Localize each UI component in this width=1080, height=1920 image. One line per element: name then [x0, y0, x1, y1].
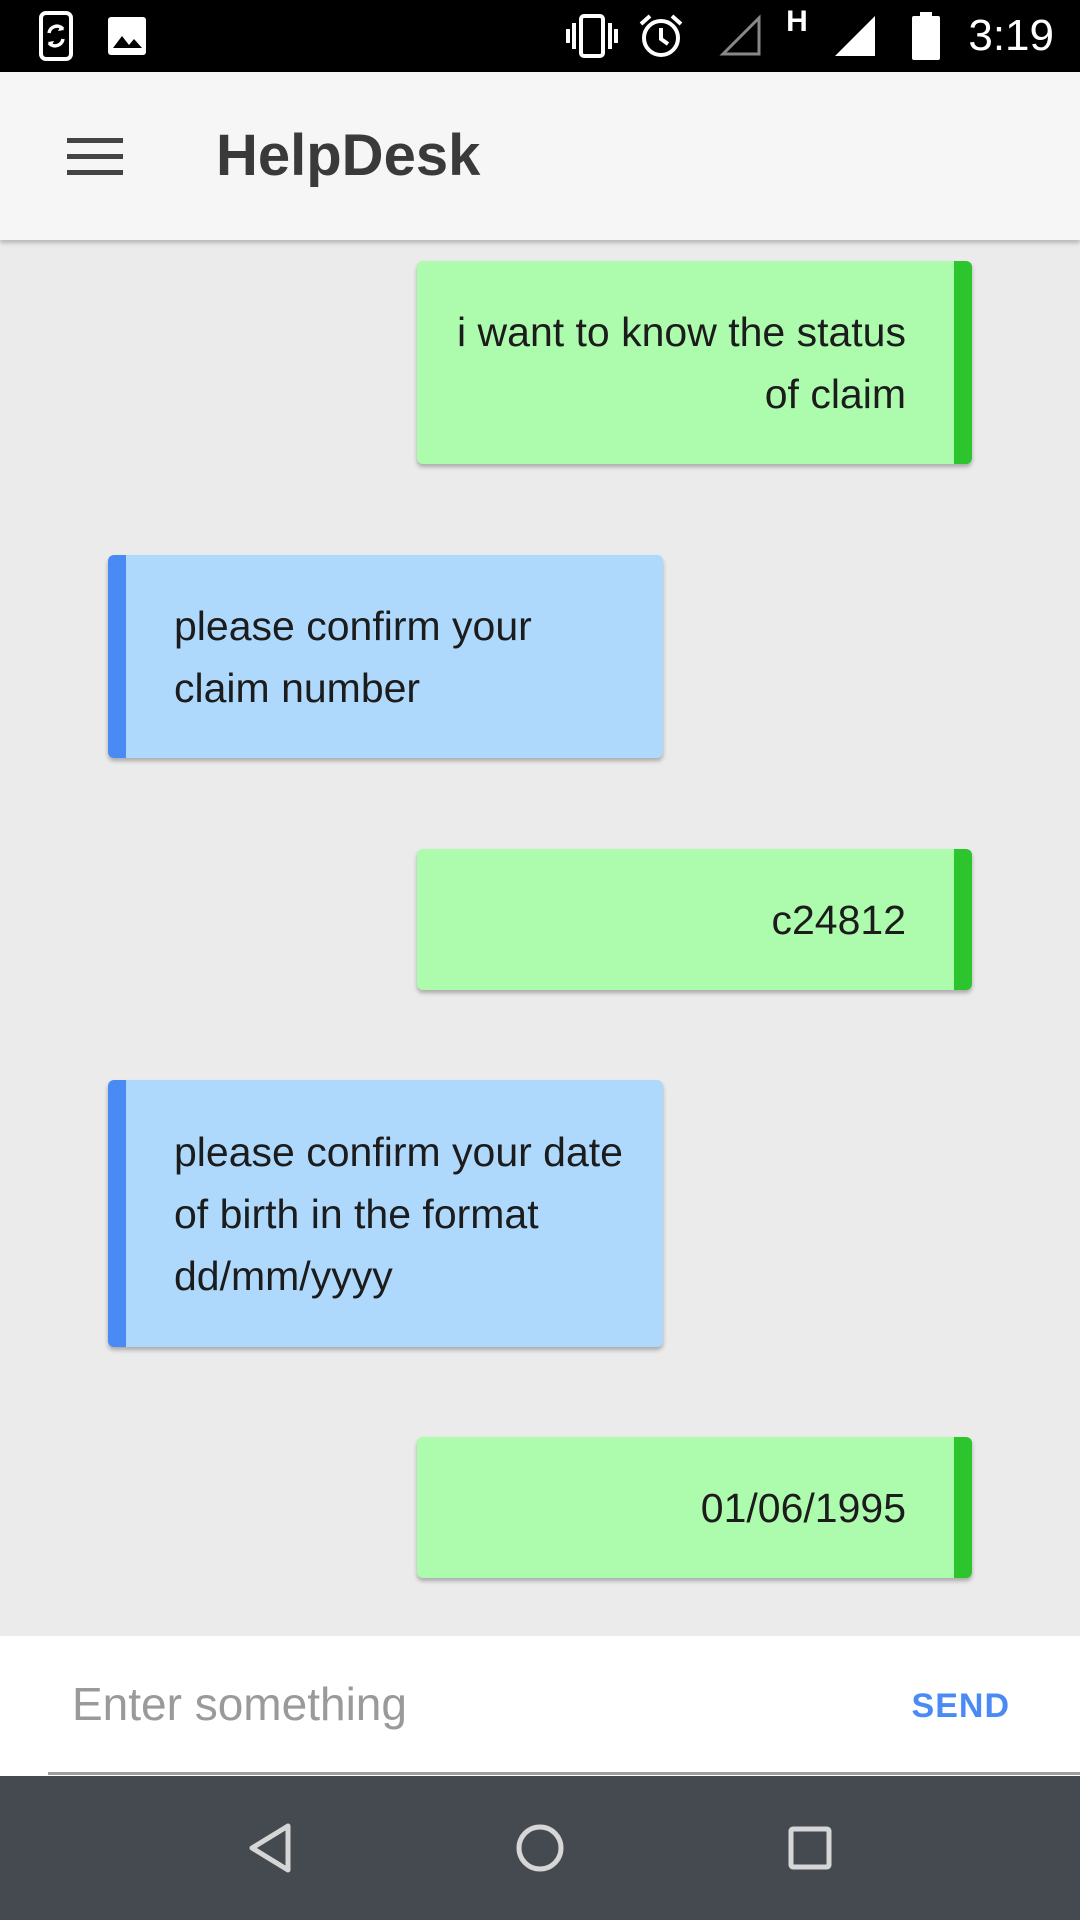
app-title: HelpDesk: [216, 123, 481, 188]
recents-button[interactable]: [750, 1776, 870, 1920]
bot-message: please confirm your claim number: [108, 555, 663, 758]
back-button[interactable]: [210, 1776, 330, 1920]
message-text: please confirm your date of birth in the…: [174, 1128, 623, 1299]
hamburger-menu-icon: [67, 138, 123, 175]
sync-phone-icon: [34, 0, 80, 72]
status-bar: H 3:19: [0, 0, 1080, 72]
alarm-icon: [636, 0, 686, 72]
home-button[interactable]: [480, 1776, 600, 1920]
user-message: c24812: [417, 849, 972, 990]
user-message: i want to know the status of claim: [417, 261, 972, 464]
user-message: 01/06/1995: [417, 1437, 972, 1578]
message-text: i want to know the status of claim: [457, 308, 906, 417]
network-h-icon: H: [786, 5, 808, 38]
message-input[interactable]: [48, 1654, 916, 1754]
no-signal-icon: [716, 0, 766, 72]
chat-area[interactable]: i want to know the status of claim pleas…: [0, 240, 1080, 1636]
message-text: 01/06/1995: [700, 1484, 906, 1531]
message-text: please confirm your claim number: [174, 602, 532, 711]
menu-button[interactable]: [56, 118, 134, 196]
send-button[interactable]: SEND: [912, 1636, 1010, 1776]
status-time: 3:19: [968, 11, 1054, 60]
bot-message: please confirm your date of birth in the…: [108, 1080, 663, 1347]
navigation-bar: [0, 1776, 1080, 1920]
recents-icon: [788, 1826, 832, 1870]
home-icon: [516, 1824, 564, 1872]
battery-icon: [906, 0, 946, 72]
vibrate-icon: [564, 0, 620, 72]
image-icon: [104, 0, 150, 72]
app-bar: HelpDesk: [0, 72, 1080, 240]
back-icon: [249, 1823, 291, 1873]
signal-icon: [830, 0, 880, 72]
message-text: c24812: [771, 896, 906, 943]
